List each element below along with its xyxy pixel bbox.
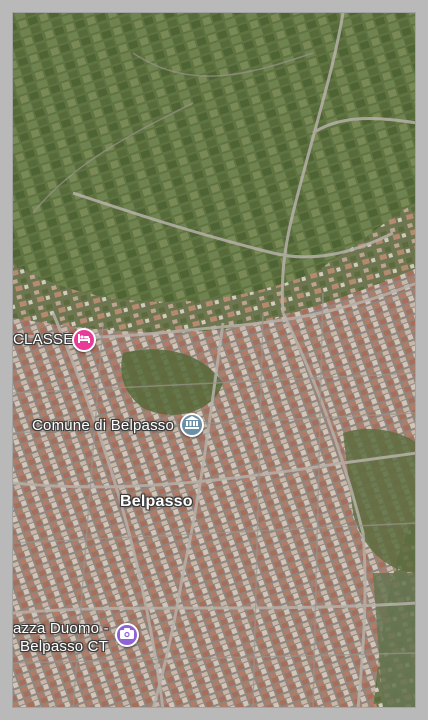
photo-spot-pin[interactable] xyxy=(115,623,139,647)
townhall-pin[interactable] xyxy=(180,413,204,437)
photo-spot-label-line1[interactable]: azza Duomo - xyxy=(13,620,109,638)
townhall-label[interactable]: Comune di Belpasso xyxy=(32,417,174,435)
satellite-map[interactable]: CLASSE Comune di Belpasso Belpasso azza … xyxy=(12,12,416,708)
town-label: Belpasso xyxy=(120,493,193,510)
hotel-label[interactable]: CLASSE xyxy=(13,331,73,349)
government-building-icon xyxy=(185,416,199,434)
camera-icon xyxy=(120,626,134,644)
satellite-imagery xyxy=(13,13,415,707)
screenshot-frame: CLASSE Comune di Belpasso Belpasso azza … xyxy=(0,0,428,720)
bed-icon xyxy=(77,331,91,349)
photo-spot-label-line2[interactable]: Belpasso CT xyxy=(20,638,108,656)
hotel-pin[interactable] xyxy=(72,328,96,352)
